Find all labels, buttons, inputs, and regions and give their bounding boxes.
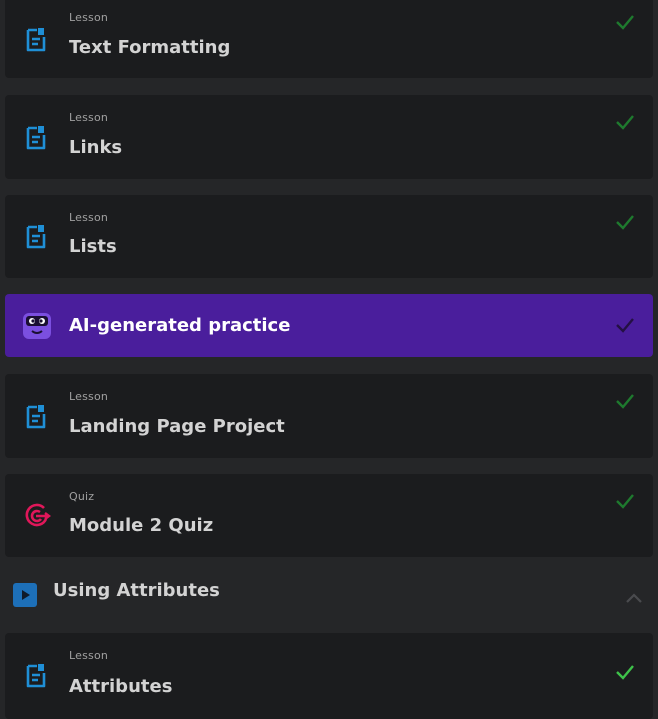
lesson-item-links[interactable]: Lesson Links [5,95,653,179]
item-title: Text Formatting [69,37,231,58]
chevron-up-icon[interactable] [625,589,643,608]
check-icon [616,494,634,509]
ai-practice-item[interactable]: AI-generated practice [5,294,653,357]
lesson-item-attributes[interactable]: Lesson Attributes [5,633,653,719]
item-type-label: Quiz [69,490,95,503]
check-icon [616,665,634,680]
lesson-doc-icon [25,222,47,254]
item-title: Attributes [69,676,173,697]
item-title: Lists [69,236,117,257]
check-icon [616,215,634,230]
check-icon [616,115,634,130]
lesson-item-landing-page-project[interactable]: Lesson Landing Page Project [5,374,653,458]
quiz-item-module-2[interactable]: Quiz Module 2 Quiz [5,474,653,557]
item-type-label: Lesson [69,211,109,224]
lesson-doc-icon [25,402,47,434]
item-title: Links [69,137,123,158]
check-icon [616,394,634,409]
item-type-label: Lesson [69,649,109,662]
check-icon [616,15,634,30]
item-title: Landing Page Project [69,416,285,437]
item-type-label: Lesson [69,111,109,124]
item-type-label: Lesson [69,390,109,403]
lesson-doc-icon [25,661,47,693]
section-title: Using Attributes [53,580,220,601]
item-type-label: Lesson [69,11,109,24]
quiz-target-icon [24,503,52,533]
video-play-icon [13,583,37,611]
check-icon [616,318,634,333]
ai-robot-icon [21,310,53,346]
lesson-doc-icon [25,25,47,57]
lesson-item-text-formatting[interactable]: Lesson Text Formatting [5,0,653,78]
section-header-using-attributes[interactable]: Using Attributes [0,566,658,626]
item-title: Module 2 Quiz [69,515,214,536]
lesson-doc-icon [25,123,47,155]
lesson-item-lists[interactable]: Lesson Lists [5,195,653,278]
item-title: AI-generated practice [69,315,291,336]
